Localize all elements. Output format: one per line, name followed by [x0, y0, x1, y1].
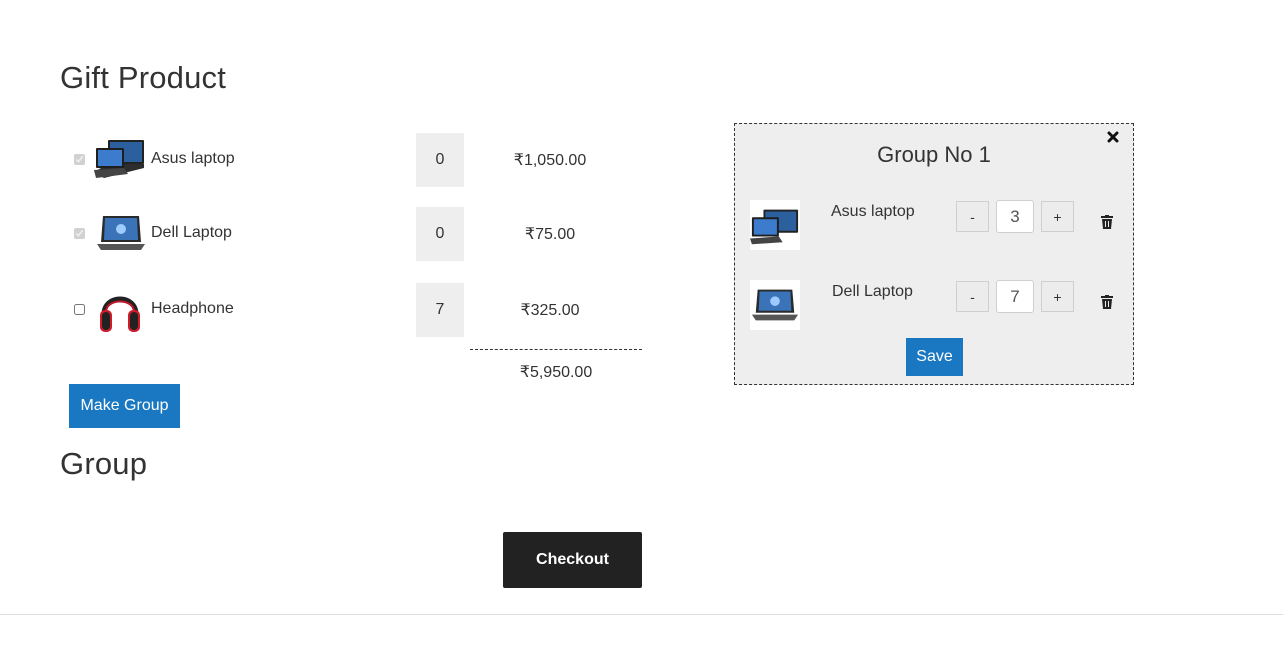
- group-panel: Group No 1 Asus laptop - 3 + Dell Laptop…: [734, 123, 1134, 385]
- quantity-value: 7: [416, 283, 464, 337]
- laptop-icon: [97, 216, 145, 250]
- trash-icon[interactable]: [1101, 295, 1113, 309]
- increment-button[interactable]: +: [1041, 201, 1074, 232]
- trash-icon[interactable]: [1101, 215, 1113, 229]
- quantity-input[interactable]: 7: [996, 280, 1034, 313]
- laptop-icon: [750, 209, 799, 245]
- total-divider: [470, 349, 642, 350]
- group-item-name: Dell Laptop: [832, 283, 913, 300]
- quantity-value: 0: [416, 133, 464, 187]
- decrement-button[interactable]: -: [956, 281, 989, 312]
- group-heading: Group: [60, 446, 148, 481]
- product-name: Headphone: [151, 300, 234, 317]
- group-item-thumb: [750, 200, 800, 250]
- headphone-icon: [100, 296, 140, 332]
- checkout-button[interactable]: Checkout: [503, 532, 642, 588]
- save-button[interactable]: Save: [906, 338, 963, 376]
- group-item-name: Asus laptop: [831, 203, 915, 220]
- group-title: Group No 1: [877, 142, 991, 167]
- product-checkbox[interactable]: [74, 304, 85, 315]
- total-price: ₹5,950.00: [519, 364, 593, 381]
- decrement-button[interactable]: -: [956, 201, 989, 232]
- product-price: ₹1,050.00: [513, 152, 587, 169]
- quantity-input[interactable]: 3: [996, 200, 1034, 233]
- product-name: Dell Laptop: [151, 224, 232, 241]
- quantity-value: 0: [416, 207, 464, 261]
- make-group-button[interactable]: Make Group: [69, 384, 180, 428]
- product-name: Asus laptop: [151, 150, 235, 167]
- increment-button[interactable]: +: [1041, 281, 1074, 312]
- product-price: ₹75.00: [524, 226, 576, 243]
- product-checkbox[interactable]: [74, 154, 85, 165]
- product-price: ₹325.00: [520, 302, 580, 319]
- laptop-icon: [94, 140, 144, 178]
- footer-divider: [0, 614, 1283, 615]
- laptop-icon: [751, 289, 799, 321]
- product-checkbox[interactable]: [74, 228, 85, 239]
- group-item-thumb: [750, 280, 800, 330]
- page-title: Gift Product: [60, 60, 227, 95]
